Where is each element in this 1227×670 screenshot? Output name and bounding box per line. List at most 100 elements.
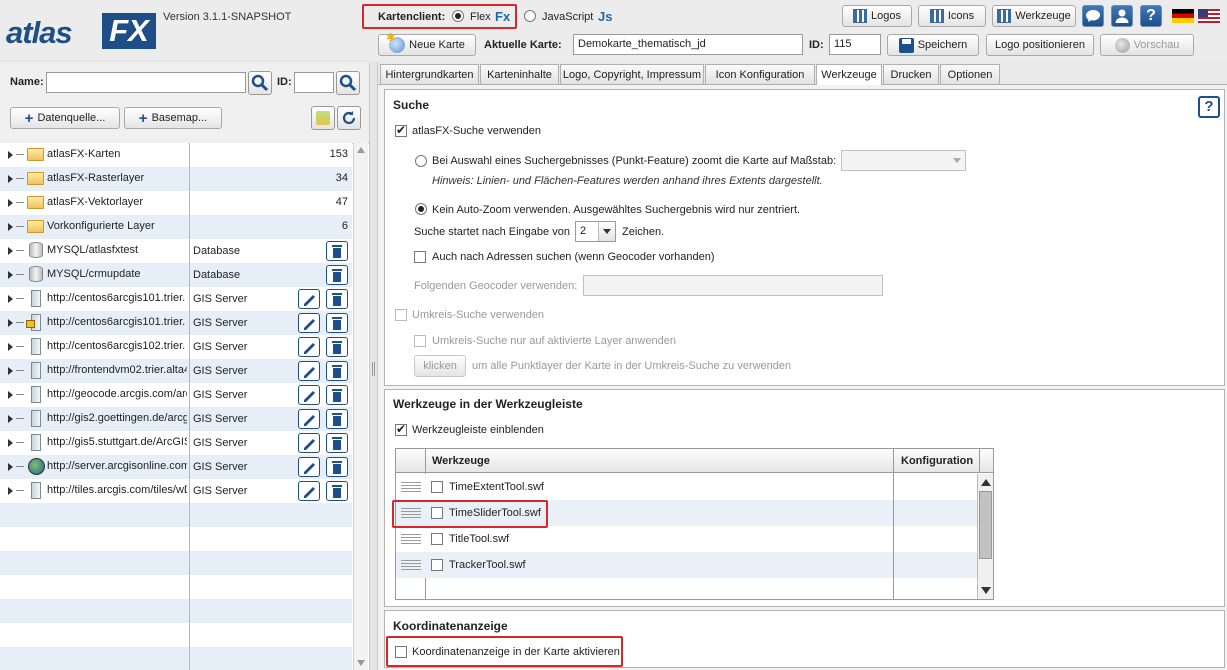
logo-position-button[interactable]: Logo positionieren bbox=[986, 34, 1094, 56]
id-filter-input[interactable] bbox=[294, 72, 334, 93]
delete-button[interactable] bbox=[326, 457, 348, 477]
tree-row[interactable]: http://geocode.arcgis.com/arc GIS Server bbox=[0, 383, 352, 407]
refresh-button[interactable] bbox=[337, 106, 361, 130]
edit-button[interactable] bbox=[298, 313, 320, 333]
tree-row[interactable]: http://gis2.goettingen.de/arcg GIS Server bbox=[0, 407, 352, 431]
expand-arrow-icon[interactable] bbox=[8, 367, 13, 375]
search-enable-checkbox[interactable] bbox=[395, 123, 407, 137]
drag-handle-icon[interactable] bbox=[401, 481, 421, 493]
tools-show-checkbox[interactable] bbox=[395, 422, 407, 436]
expand-arrow-icon[interactable] bbox=[8, 223, 13, 231]
tree-row[interactable]: MYSQL/atlasfxtest Database bbox=[0, 239, 352, 263]
address-search-checkbox[interactable] bbox=[414, 251, 426, 263]
config-column-header[interactable]: Konfiguration bbox=[901, 455, 973, 467]
edit-button[interactable] bbox=[298, 481, 320, 501]
expand-arrow-icon[interactable] bbox=[8, 175, 13, 183]
tab-werkzeuge[interactable]: Werkzeuge bbox=[816, 64, 882, 85]
user-button[interactable] bbox=[1111, 5, 1133, 27]
no-zoom-radio[interactable] bbox=[415, 203, 427, 215]
tools-table-scrollbar[interactable] bbox=[977, 474, 993, 599]
icons-button[interactable]: Icons bbox=[918, 5, 986, 27]
tree-row[interactable]: http://frontendvm02.trier.alta4 GIS Serve… bbox=[0, 359, 352, 383]
expand-arrow-icon[interactable] bbox=[8, 199, 13, 207]
edit-button[interactable] bbox=[298, 385, 320, 405]
tool-row[interactable]: TitleTool.swf bbox=[396, 526, 977, 552]
tree-scrollbar[interactable] bbox=[353, 143, 368, 670]
click-button[interactable]: klicken bbox=[414, 355, 466, 377]
tree-row[interactable]: atlasFX-Karten 153 bbox=[0, 143, 352, 167]
expand-arrow-icon[interactable] bbox=[8, 463, 13, 471]
tree-row[interactable]: http://centos6arcgis102.trier. GIS Server bbox=[0, 335, 352, 359]
expand-arrow-icon[interactable] bbox=[8, 343, 13, 351]
edit-button[interactable] bbox=[298, 289, 320, 309]
search-start-select[interactable]: 2 bbox=[575, 221, 616, 242]
tool-row[interactable]: TimeExtentTool.swf bbox=[396, 474, 977, 500]
radius-active-checkbox[interactable] bbox=[414, 335, 426, 347]
map-id-input[interactable]: 115 bbox=[829, 34, 881, 55]
tools-column-header[interactable]: Werkzeuge bbox=[432, 455, 490, 467]
client-js-radio[interactable] bbox=[524, 10, 536, 22]
tab-drucken[interactable]: Drucken bbox=[883, 64, 939, 84]
scroll-down-arrow-icon[interactable] bbox=[981, 587, 991, 594]
tool-checkbox[interactable] bbox=[431, 559, 443, 571]
german-flag-icon[interactable] bbox=[1172, 9, 1194, 23]
tree-row[interactable]: http://server.arcgisonline.com GIS Server bbox=[0, 455, 352, 479]
delete-button[interactable] bbox=[326, 337, 348, 357]
us-flag-icon[interactable] bbox=[1198, 9, 1220, 23]
save-button[interactable]: Speichern bbox=[887, 34, 979, 56]
tree-row[interactable]: http://centos6arcgis101.trier. GIS Server bbox=[0, 311, 352, 335]
tree-row[interactable]: http://centos6arcgis101.trier. GIS Server bbox=[0, 287, 352, 311]
tree-row[interactable]: atlasFX-Vektorlayer 47 bbox=[0, 191, 352, 215]
tree-row[interactable]: MYSQL/crmupdate Database bbox=[0, 263, 352, 287]
geocoder-input[interactable] bbox=[583, 275, 883, 296]
name-filter-input[interactable] bbox=[46, 72, 246, 93]
edit-button[interactable] bbox=[298, 433, 320, 453]
client-flex-radio[interactable] bbox=[452, 10, 464, 22]
scroll-up-arrow-icon[interactable] bbox=[981, 479, 991, 486]
current-map-input[interactable]: Demokarte_thematisch_jd bbox=[573, 34, 803, 55]
tool-checkbox[interactable] bbox=[431, 533, 443, 545]
delete-button[interactable] bbox=[326, 361, 348, 381]
zoom-scale-radio[interactable] bbox=[415, 155, 427, 167]
tool-row[interactable]: TrackerTool.swf bbox=[396, 552, 977, 578]
add-basemap-button[interactable]: + Basemap... bbox=[124, 107, 222, 129]
tab-icon-konfiguration[interactable]: Icon Konfiguration bbox=[705, 64, 815, 84]
clean-button[interactable] bbox=[311, 106, 335, 130]
delete-button[interactable] bbox=[326, 481, 348, 501]
name-search-button[interactable] bbox=[248, 71, 272, 95]
expand-arrow-icon[interactable] bbox=[8, 439, 13, 447]
edit-button[interactable] bbox=[298, 409, 320, 429]
tab-karteninhalte[interactable]: Karteninhalte bbox=[480, 64, 559, 84]
expand-arrow-icon[interactable] bbox=[8, 487, 13, 495]
expand-arrow-icon[interactable] bbox=[8, 247, 13, 255]
delete-button[interactable] bbox=[326, 289, 348, 309]
logos-button[interactable]: Logos bbox=[842, 5, 912, 27]
delete-button[interactable] bbox=[326, 409, 348, 429]
expand-arrow-icon[interactable] bbox=[8, 319, 13, 327]
panel-splitter[interactable] bbox=[369, 62, 378, 670]
expand-arrow-icon[interactable] bbox=[8, 415, 13, 423]
tool-checkbox[interactable] bbox=[431, 481, 443, 493]
preview-button[interactable]: Vorschau bbox=[1100, 34, 1194, 56]
expand-arrow-icon[interactable] bbox=[8, 151, 13, 159]
edit-button[interactable] bbox=[298, 337, 320, 357]
edit-button[interactable] bbox=[298, 457, 320, 477]
scroll-down-arrow-icon[interactable] bbox=[357, 660, 365, 666]
new-map-button[interactable]: ✱ Neue Karte bbox=[378, 32, 476, 56]
drag-handle-icon[interactable] bbox=[401, 559, 421, 571]
expand-arrow-icon[interactable] bbox=[8, 271, 13, 279]
delete-button[interactable] bbox=[326, 313, 348, 333]
id-search-button[interactable] bbox=[336, 71, 360, 95]
tab-logo-copyright-impressum[interactable]: Logo, Copyright, Impressum bbox=[560, 64, 704, 84]
radius-search-checkbox[interactable] bbox=[395, 309, 407, 321]
chat-button[interactable] bbox=[1082, 5, 1104, 27]
help-button[interactable]: ? bbox=[1140, 5, 1162, 27]
tree-row[interactable]: http://tiles.arcgis.com/tiles/wD GIS Serv… bbox=[0, 479, 352, 503]
scroll-up-arrow-icon[interactable] bbox=[357, 147, 365, 153]
zoom-scale-select[interactable] bbox=[841, 150, 966, 171]
edit-button[interactable] bbox=[298, 361, 320, 381]
delete-button[interactable] bbox=[326, 385, 348, 405]
drag-handle-icon[interactable] bbox=[401, 533, 421, 545]
delete-button[interactable] bbox=[326, 265, 348, 285]
scrollbar-thumb[interactable] bbox=[979, 491, 992, 559]
